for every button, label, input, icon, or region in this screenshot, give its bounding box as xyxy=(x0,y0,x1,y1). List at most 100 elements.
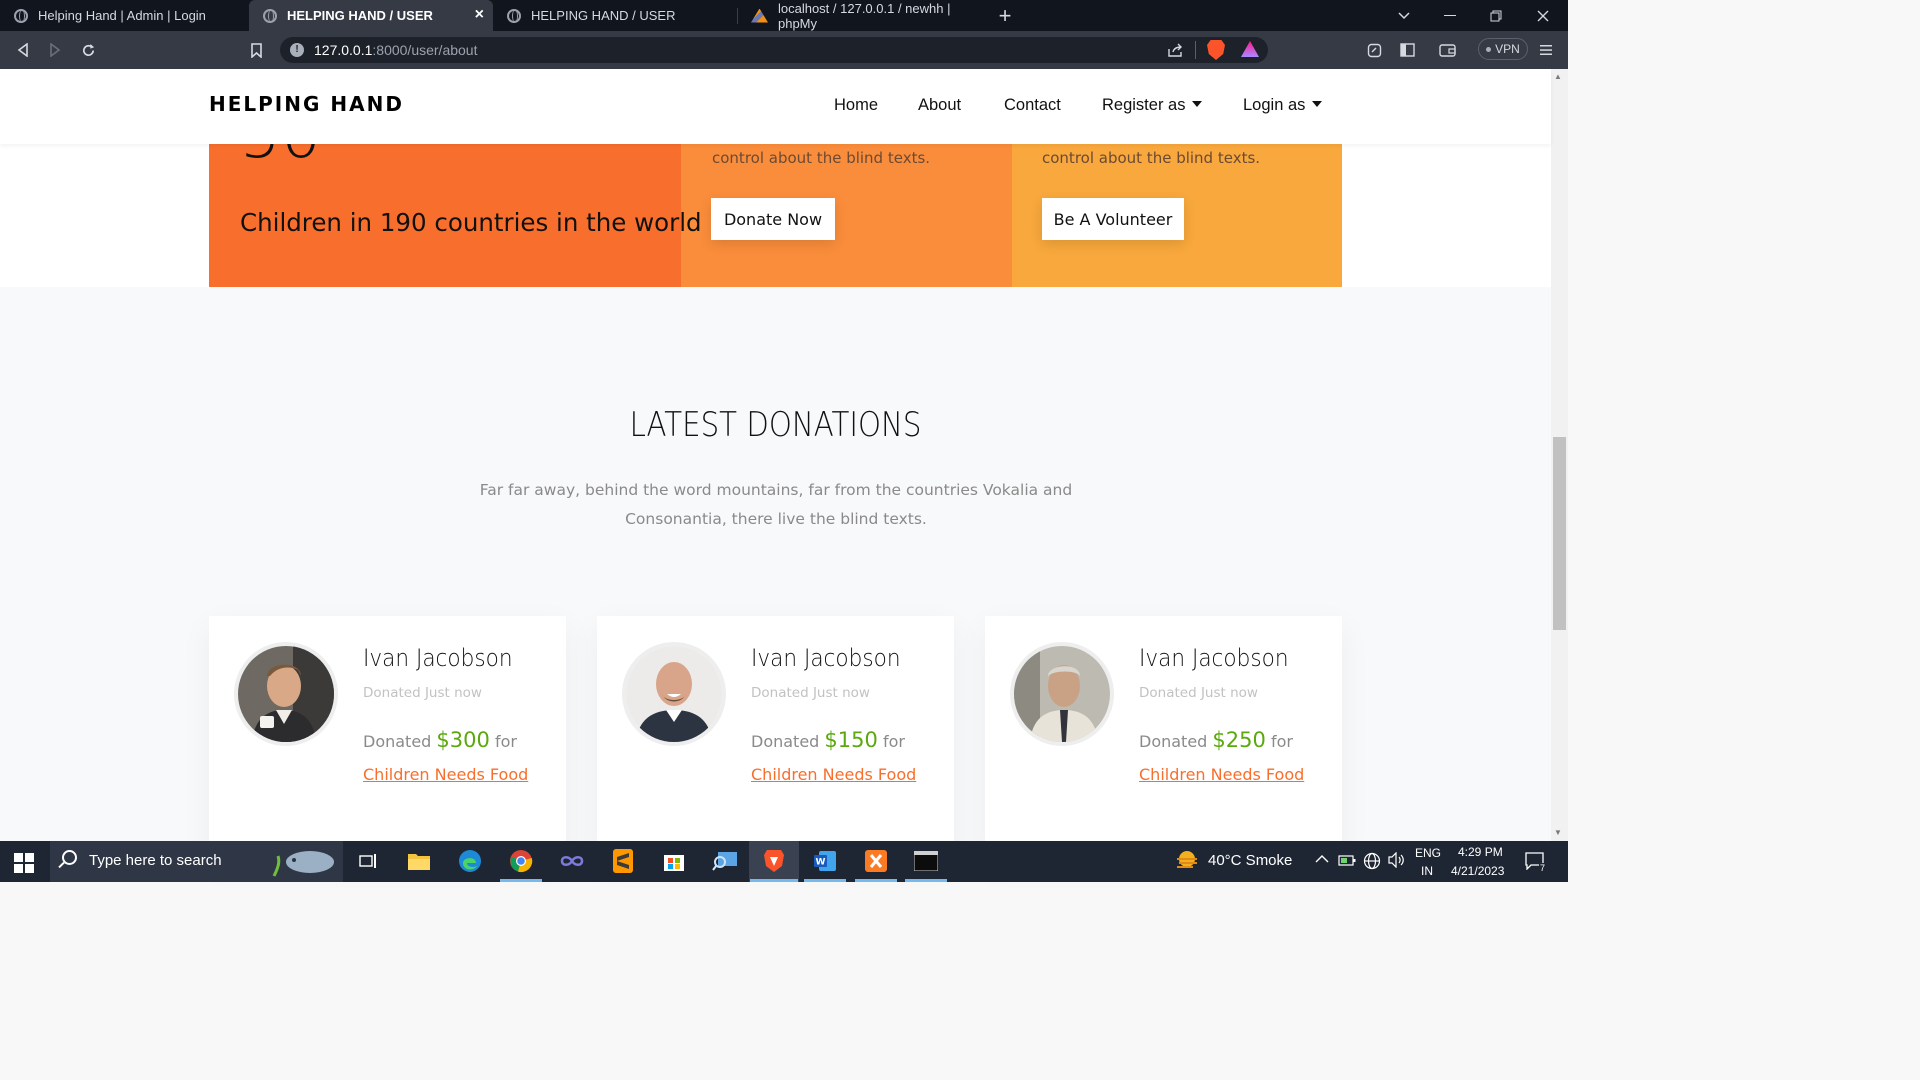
new-tab-button[interactable]: + xyxy=(982,0,1028,31)
wallet-icon[interactable] xyxy=(1432,31,1462,69)
donated-label: Donated xyxy=(1139,732,1208,751)
donor-name: Ivan Jacobson xyxy=(363,644,513,672)
battery-network-icon[interactable] xyxy=(1338,853,1356,872)
nav-login-label: Login as xyxy=(1243,96,1306,114)
chrome-icon[interactable] xyxy=(506,846,536,876)
vpn-button[interactable]: VPN xyxy=(1478,38,1528,60)
url-host: 127.0.0.1 xyxy=(314,42,373,58)
network-tool-icon[interactable] xyxy=(710,846,740,876)
cause-link[interactable]: Children Needs Food xyxy=(1139,765,1304,784)
donor-avatar xyxy=(234,642,338,746)
file-explorer-icon[interactable] xyxy=(404,846,434,876)
sublime-text-icon[interactable] xyxy=(608,846,638,876)
children-stat-text: Children in 190 countries in the world xyxy=(240,208,702,237)
windows-start-icon[interactable] xyxy=(14,853,34,873)
forward-icon[interactable] xyxy=(40,31,70,69)
weather-text[interactable]: 40°C Smoke xyxy=(1208,852,1292,869)
globe-icon xyxy=(263,8,277,23)
caret-down-icon xyxy=(1312,101,1323,107)
reload-icon[interactable] xyxy=(73,31,103,69)
globe-icon xyxy=(507,8,521,23)
brave-browser-icon[interactable] xyxy=(759,846,789,876)
donate-now-button[interactable]: Donate Now xyxy=(711,198,835,240)
minimize-icon[interactable] xyxy=(1427,0,1473,31)
site-info-icon[interactable]: ! xyxy=(290,43,304,57)
nav-register-dropdown[interactable]: Register as xyxy=(1102,96,1203,115)
clock-time[interactable]: 4:29 PM xyxy=(1458,845,1503,859)
section-subtitle: Far far away, behind the word mountains,… xyxy=(479,481,1073,528)
tab-phpmyadmin[interactable]: localhost / 127.0.0.1 / newhh | phpMy xyxy=(737,0,981,31)
be-a-volunteer-button[interactable]: Be A Volunteer xyxy=(1042,198,1184,240)
for-label: for xyxy=(494,732,517,751)
close-window-icon[interactable] xyxy=(1520,0,1566,31)
tab-admin-login[interactable]: Helping Hand | Admin | Login xyxy=(0,0,248,31)
donation-amount-line: Donated $300 for xyxy=(363,728,517,752)
edge-icon[interactable] xyxy=(455,846,485,876)
taskbar-search-input[interactable]: Type here to search xyxy=(89,852,222,869)
scroll-up-arrow-icon[interactable]: ▲ xyxy=(1554,72,1562,81)
close-tab-icon[interactable]: × xyxy=(475,7,484,23)
tab-user-active[interactable]: HELPING HAND / USER × xyxy=(249,0,493,31)
section-title: LATEST DONATIONS xyxy=(629,405,922,445)
chevron-up-icon[interactable] xyxy=(1315,850,1329,866)
donor-name: Ivan Jacobson xyxy=(1139,644,1289,672)
phpmyadmin-icon xyxy=(751,8,768,23)
nav-about[interactable]: About xyxy=(918,96,961,115)
donor-name: Ivan Jacobson xyxy=(751,644,901,672)
donated-label: Donated xyxy=(751,732,820,751)
nav-register-label: Register as xyxy=(1102,96,1186,114)
running-indicator xyxy=(500,879,542,882)
donor-avatar xyxy=(1010,642,1114,746)
donation-amount: $150 xyxy=(824,728,878,752)
donation-time: Donated Just now xyxy=(751,685,870,701)
manatee-search-highlight-icon xyxy=(272,846,336,878)
running-indicator xyxy=(804,879,846,882)
region-indicator: IN xyxy=(1421,864,1433,878)
bookmark-icon[interactable] xyxy=(241,31,271,69)
cause-link[interactable]: Children Needs Food xyxy=(751,765,916,784)
donation-amount-line: Donated $250 for xyxy=(1139,728,1293,752)
donor-avatar xyxy=(622,642,726,746)
vpn-label: VPN xyxy=(1495,42,1520,56)
scrollbar-thumb[interactable] xyxy=(1553,437,1566,630)
restore-icon[interactable] xyxy=(1473,0,1519,31)
nav-contact[interactable]: Contact xyxy=(1004,96,1061,115)
tab-title: localhost / 127.0.0.1 / newhh | phpMy xyxy=(777,0,951,31)
infinity-app-icon[interactable] xyxy=(557,846,587,876)
share-icon[interactable] xyxy=(1161,31,1191,69)
site-brand[interactable]: HELPING HAND xyxy=(209,92,404,116)
globe-icon xyxy=(14,8,28,23)
globe-icon[interactable] xyxy=(1363,852,1381,875)
extensions-icon[interactable] xyxy=(1359,31,1389,69)
clock-date[interactable]: 4/21/2023 xyxy=(1451,864,1504,878)
donation-amount: $300 xyxy=(436,728,490,752)
search-icon xyxy=(62,850,77,865)
menu-icon[interactable] xyxy=(1531,31,1561,69)
toolbar-divider xyxy=(1195,41,1196,59)
nav-home[interactable]: Home xyxy=(834,96,878,115)
svg-text:W: W xyxy=(816,858,826,868)
weather-haze-icon xyxy=(1175,849,1199,871)
running-indicator xyxy=(855,879,897,882)
back-icon[interactable] xyxy=(8,31,38,69)
microsoft-store-icon[interactable] xyxy=(659,846,689,876)
scroll-down-arrow-icon[interactable]: ▼ xyxy=(1554,828,1562,837)
donation-amount-line: Donated $150 for xyxy=(751,728,905,752)
cause-link[interactable]: Children Needs Food xyxy=(363,765,528,784)
language-indicator[interactable]: ENG xyxy=(1415,846,1441,860)
word-icon[interactable]: W xyxy=(810,846,840,876)
donate-description: control about the blind texts. xyxy=(712,149,931,167)
nav-login-dropdown[interactable]: Login as xyxy=(1243,96,1323,115)
donation-amount: $250 xyxy=(1212,728,1266,752)
terminal-icon[interactable] xyxy=(911,846,941,876)
task-view-icon[interactable] xyxy=(353,846,383,876)
xampp-icon[interactable] xyxy=(861,846,891,876)
tab-user[interactable]: HELPING HAND / USER xyxy=(493,0,737,31)
sidebar-icon[interactable] xyxy=(1392,31,1422,69)
volume-icon[interactable] xyxy=(1387,851,1405,873)
language-code: ENG xyxy=(1415,846,1442,860)
url-field[interactable]: 127.0.0.1:8000/user/about xyxy=(314,42,477,58)
vpn-status-dot xyxy=(1486,46,1492,52)
notification-count: 7 xyxy=(1539,863,1547,873)
tab-search-chevron-icon[interactable] xyxy=(1381,0,1427,31)
